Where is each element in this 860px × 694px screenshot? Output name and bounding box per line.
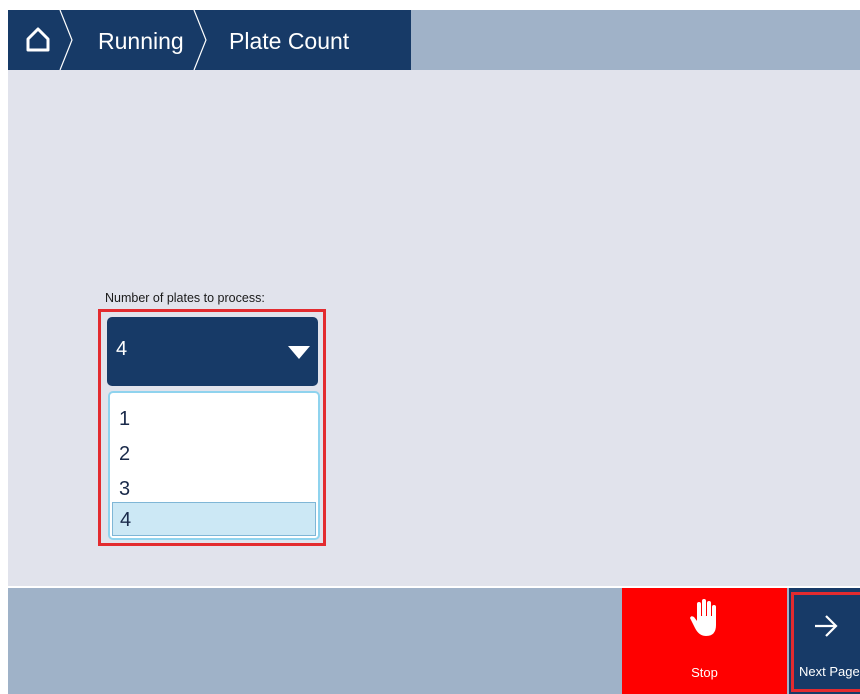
home-icon: [26, 27, 50, 52]
option-3[interactable]: 3: [112, 472, 316, 506]
breadcrumb-separator-icon: [193, 10, 207, 70]
app-window: Running Plate Count Number of plates to …: [8, 10, 860, 694]
breadcrumb: Running Plate Count: [8, 10, 411, 70]
breadcrumb-separator-icon: [59, 10, 73, 70]
breadcrumb-plate-count: Plate Count: [229, 28, 350, 54]
plates-label: Number of plates to process:: [105, 291, 265, 305]
arrow-right-icon: [815, 615, 838, 637]
plates-dropdown[interactable]: 4: [107, 317, 318, 386]
chevron-down-icon: [288, 346, 310, 359]
option-4[interactable]: 4: [112, 502, 316, 536]
stop-label: Stop: [691, 665, 718, 680]
option-1[interactable]: 1: [112, 402, 316, 436]
plates-options-list: 1 2 3 4: [108, 391, 320, 540]
next-page-label: Next Page: [799, 664, 860, 679]
breadcrumb-running[interactable]: Running: [98, 10, 184, 70]
header-bar: Running Plate Count: [8, 10, 860, 70]
option-2[interactable]: 2: [112, 437, 316, 471]
stop-button[interactable]: Stop: [622, 588, 787, 694]
plates-selected-value: 4: [116, 338, 128, 360]
next-page-button[interactable]: Next Page: [789, 588, 860, 694]
hand-icon: [690, 599, 716, 636]
footer-bar: Stop Next Page: [8, 588, 860, 694]
